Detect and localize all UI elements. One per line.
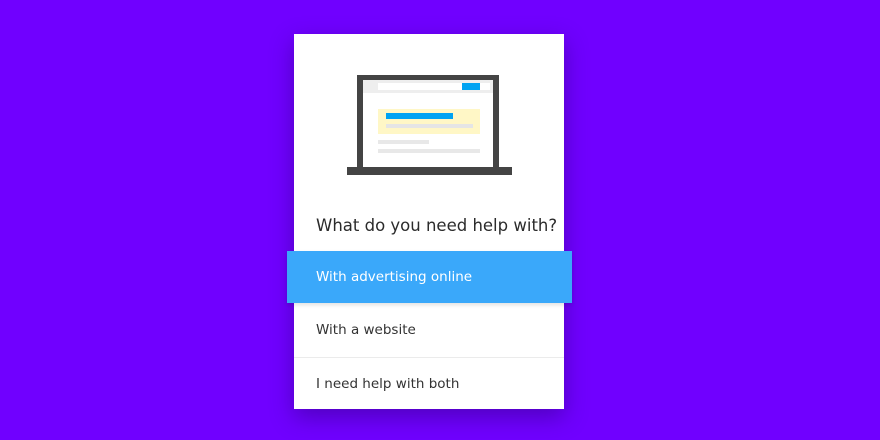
option-label: With advertising online xyxy=(316,269,473,285)
laptop-ad-icon xyxy=(347,75,512,175)
option-label: With a website xyxy=(316,322,416,338)
help-dialog-card: What do you need help with? With adverti… xyxy=(287,34,572,409)
option-label: I need help with both xyxy=(316,375,460,392)
option-advertising-online[interactable]: With advertising online xyxy=(287,251,572,303)
option-website[interactable]: With a website xyxy=(294,304,564,356)
option-both[interactable]: I need help with both xyxy=(294,357,564,409)
dialog-question: What do you need help with? xyxy=(316,216,558,235)
